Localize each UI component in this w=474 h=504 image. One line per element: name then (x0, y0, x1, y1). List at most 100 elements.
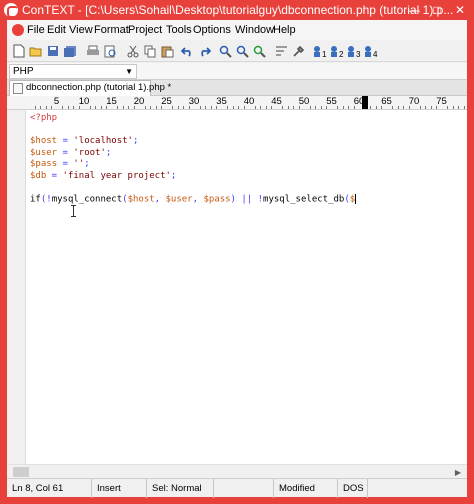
ruler-tick (177, 106, 179, 109)
highlighter-value: PHP (13, 66, 34, 77)
status-spacer (368, 479, 467, 498)
ruler-tick (183, 106, 184, 109)
ruler-tick (293, 106, 294, 109)
tab-label: dbconnection.php (tutorial 1).php * (26, 82, 172, 93)
ruler-tick (348, 106, 349, 109)
user-exec-2-icon[interactable]: 2 (328, 43, 344, 59)
print-preview-icon[interactable] (102, 43, 118, 59)
redo-icon[interactable] (196, 43, 212, 59)
status-selection: Sel: Normal (147, 479, 214, 498)
scroll-right-arrow-icon[interactable]: ▶ (455, 468, 461, 477)
code-token: $user (30, 147, 58, 158)
undo-icon[interactable] (179, 43, 195, 59)
scrollbar-thumb[interactable] (13, 467, 29, 477)
menu-window[interactable]: Window (235, 24, 274, 36)
paste-icon[interactable] (159, 43, 175, 59)
word-wrap-icon[interactable] (273, 43, 289, 59)
code-token: ) || ! (230, 194, 264, 205)
ruler-tick (73, 106, 74, 109)
code-token: (! (40, 194, 52, 205)
tab-dbconnection[interactable]: dbconnection.php (tutorial 1).php * (9, 80, 171, 96)
find-icon[interactable] (217, 43, 233, 59)
code-text[interactable]: <?php $host = 'localhost'; $user = 'root'… (30, 113, 357, 206)
ruler-tick (458, 106, 459, 109)
document-menu-icon[interactable] (12, 24, 24, 36)
ruler-tick (260, 106, 261, 109)
user-exec-1-icon[interactable]: 1 (311, 43, 327, 59)
highlighter-dropdown[interactable]: PHP ▼ (9, 64, 137, 79)
ruler-number: 15 (106, 96, 117, 107)
ruler-tick (452, 106, 454, 109)
ruler-tick (172, 106, 173, 109)
ruler-tick (436, 106, 437, 109)
copy-icon[interactable] (142, 43, 158, 59)
ruler-number: 20 (133, 96, 145, 107)
user-exec-3-icon[interactable]: 3 (345, 43, 361, 59)
menu-options[interactable]: Options (193, 24, 231, 36)
ruler-tick (106, 106, 107, 109)
code-line: $user = 'root'; (30, 148, 356, 160)
menu-tools[interactable]: Tools (166, 24, 192, 36)
context-logo-icon[interactable] (4, 3, 19, 18)
code-token: if (30, 194, 41, 205)
ruler-number: 65 (381, 96, 392, 107)
open-folder-icon[interactable] (28, 43, 44, 59)
code-token: mysql_select_db (263, 194, 345, 205)
code-token: , (192, 194, 204, 205)
ruler-tick (133, 106, 135, 109)
highlighter-bar: PHP ▼ (7, 63, 467, 80)
menu-format[interactable]: Format (94, 24, 129, 36)
ruler-tick (403, 106, 404, 109)
file-tab-bar: dbconnection.php (tutorial 1).php * (7, 80, 467, 96)
menu-project[interactable]: Project (128, 24, 162, 36)
ruler-tick (128, 106, 129, 109)
code-token: $user (165, 194, 193, 205)
ruler-tick (227, 106, 228, 109)
close-button[interactable]: ✕ (446, 0, 474, 20)
editor-gutter (7, 110, 26, 464)
menu-help[interactable]: Help (273, 24, 296, 36)
svg-text:2: 2 (339, 50, 344, 58)
menu-file[interactable]: File (27, 24, 45, 36)
save-all-icon[interactable] (62, 43, 78, 59)
code-editor[interactable]: <?php $host = 'localhost'; $user = 'root'… (7, 110, 467, 464)
code-line: $db = 'final year project'; (30, 171, 356, 183)
save-icon[interactable] (45, 43, 61, 59)
ruler-tick (67, 106, 69, 109)
ruler-cursor-marker (361, 96, 368, 109)
find-next-icon[interactable] (234, 43, 250, 59)
code-line: $host = 'localhost'; (30, 136, 356, 148)
user-exec-4-icon[interactable]: 4 (362, 43, 378, 59)
svg-text:3: 3 (356, 50, 361, 58)
ruler-tick (397, 106, 399, 109)
print-icon[interactable] (85, 43, 101, 59)
chevron-down-icon[interactable]: ▼ (125, 65, 133, 78)
cut-icon[interactable] (125, 43, 141, 59)
ruler-tick (150, 106, 151, 109)
ruler-tick (342, 106, 344, 109)
toolbar: 1 2 3 4 (7, 40, 467, 62)
title-bar[interactable]: ConTEXT - [C:\Users\Sohail\Desktop\tutor… (0, 0, 474, 20)
ruler-tick (144, 106, 146, 109)
ruler-tick (89, 106, 91, 109)
ruler-tick (381, 106, 382, 109)
code-token: = (57, 136, 74, 147)
ruler-tick (243, 106, 245, 109)
replace-icon[interactable] (251, 43, 267, 59)
code-token: $db (30, 170, 47, 181)
ruler-tick (463, 106, 465, 109)
ruler-tick (78, 106, 80, 109)
menu-edit[interactable]: Edit (47, 24, 66, 36)
ruler-tick (117, 106, 118, 109)
horizontal-scrollbar[interactable]: ▶ (7, 464, 467, 478)
ruler-tick (161, 106, 162, 109)
ruler-tick (298, 106, 300, 109)
ruler-number: 25 (161, 96, 172, 107)
ruler-tick (40, 106, 41, 109)
ruler-tick (232, 106, 234, 109)
menu-view[interactable]: View (69, 24, 93, 36)
code-token: $host (127, 194, 155, 205)
new-file-icon[interactable] (11, 43, 27, 59)
ruler-tick (100, 106, 102, 109)
tools-icon[interactable] (290, 43, 306, 59)
